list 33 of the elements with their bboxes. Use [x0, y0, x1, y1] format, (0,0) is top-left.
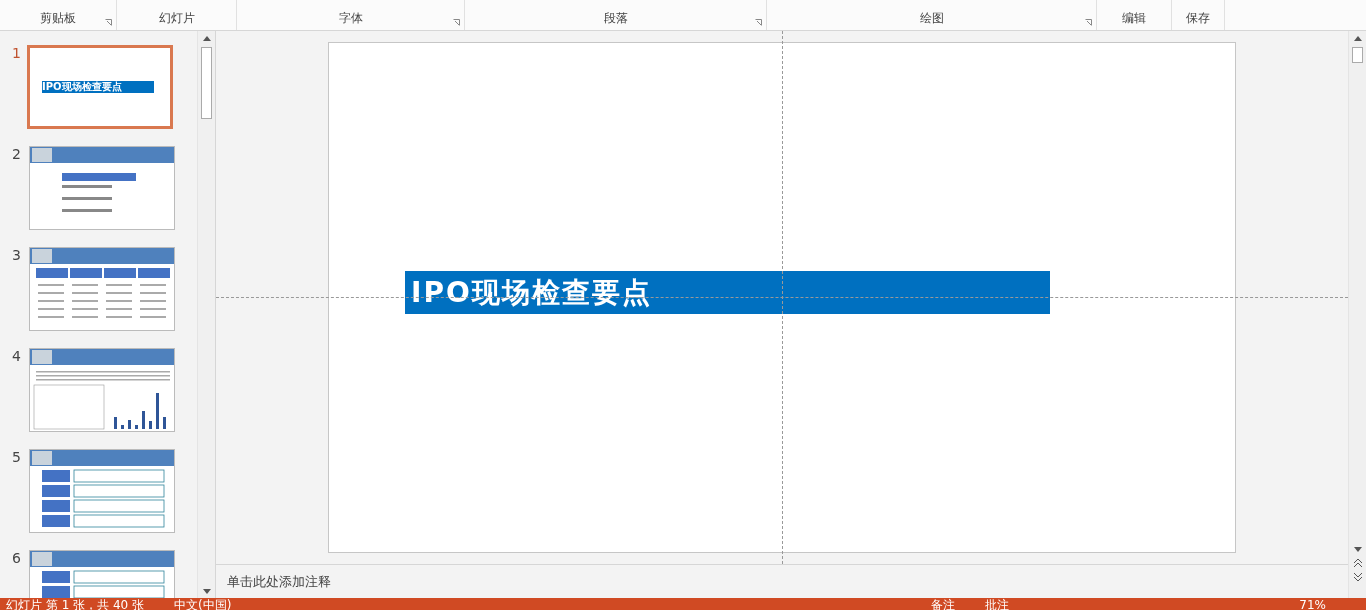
scroll-thumb[interactable]	[201, 47, 212, 119]
dialog-launcher-icon[interactable]	[755, 19, 762, 26]
dialog-launcher-icon[interactable]	[1085, 19, 1092, 26]
zoom-level[interactable]: 71%	[1299, 598, 1326, 610]
notes-button[interactable]: 备注	[931, 598, 956, 610]
slide-number: 3	[12, 247, 22, 263]
slide-number: 6	[12, 550, 22, 566]
slide-title[interactable]: IPO现场检查要点	[405, 271, 1050, 314]
ribbon-group-label: 保存	[1186, 10, 1210, 27]
slide-thumbnail[interactable]	[29, 247, 175, 331]
ribbon-group-label: 编辑	[1122, 10, 1146, 27]
slide-number: 5	[12, 449, 22, 465]
ribbon-group-label: 绘图	[919, 10, 944, 27]
dialog-launcher-icon[interactable]	[105, 19, 112, 26]
comments-button[interactable]: 批注	[985, 598, 1010, 610]
scroll-thumb[interactable]	[1352, 47, 1363, 63]
slide-thumbnail[interactable]	[29, 146, 175, 230]
slide-thumbnail[interactable]: IPO现场检查要点	[27, 45, 173, 129]
slide-number: 1	[12, 45, 22, 61]
ribbon-group-label: 剪贴板	[40, 10, 76, 27]
language-label: 中文(中国)	[174, 598, 232, 610]
notes-placeholder[interactable]: 单击此处添加注释	[227, 572, 331, 591]
dialog-launcher-icon[interactable]	[453, 19, 460, 26]
slide-number: 2	[12, 146, 22, 162]
slide-thumbnail[interactable]	[29, 449, 175, 533]
ribbon-group-label: 幻灯片	[158, 10, 195, 27]
editor-scrollbar[interactable]	[1348, 31, 1366, 598]
ribbon-group-label: 段落	[603, 10, 628, 27]
thumbnail-scrollbar[interactable]	[197, 31, 215, 598]
slide-thumbnail[interactable]	[29, 348, 175, 432]
ribbon-group-label: 字体	[338, 10, 363, 27]
slide-number: 4	[12, 348, 22, 364]
thumbnail-title: IPO现场检查要点	[42, 81, 154, 93]
